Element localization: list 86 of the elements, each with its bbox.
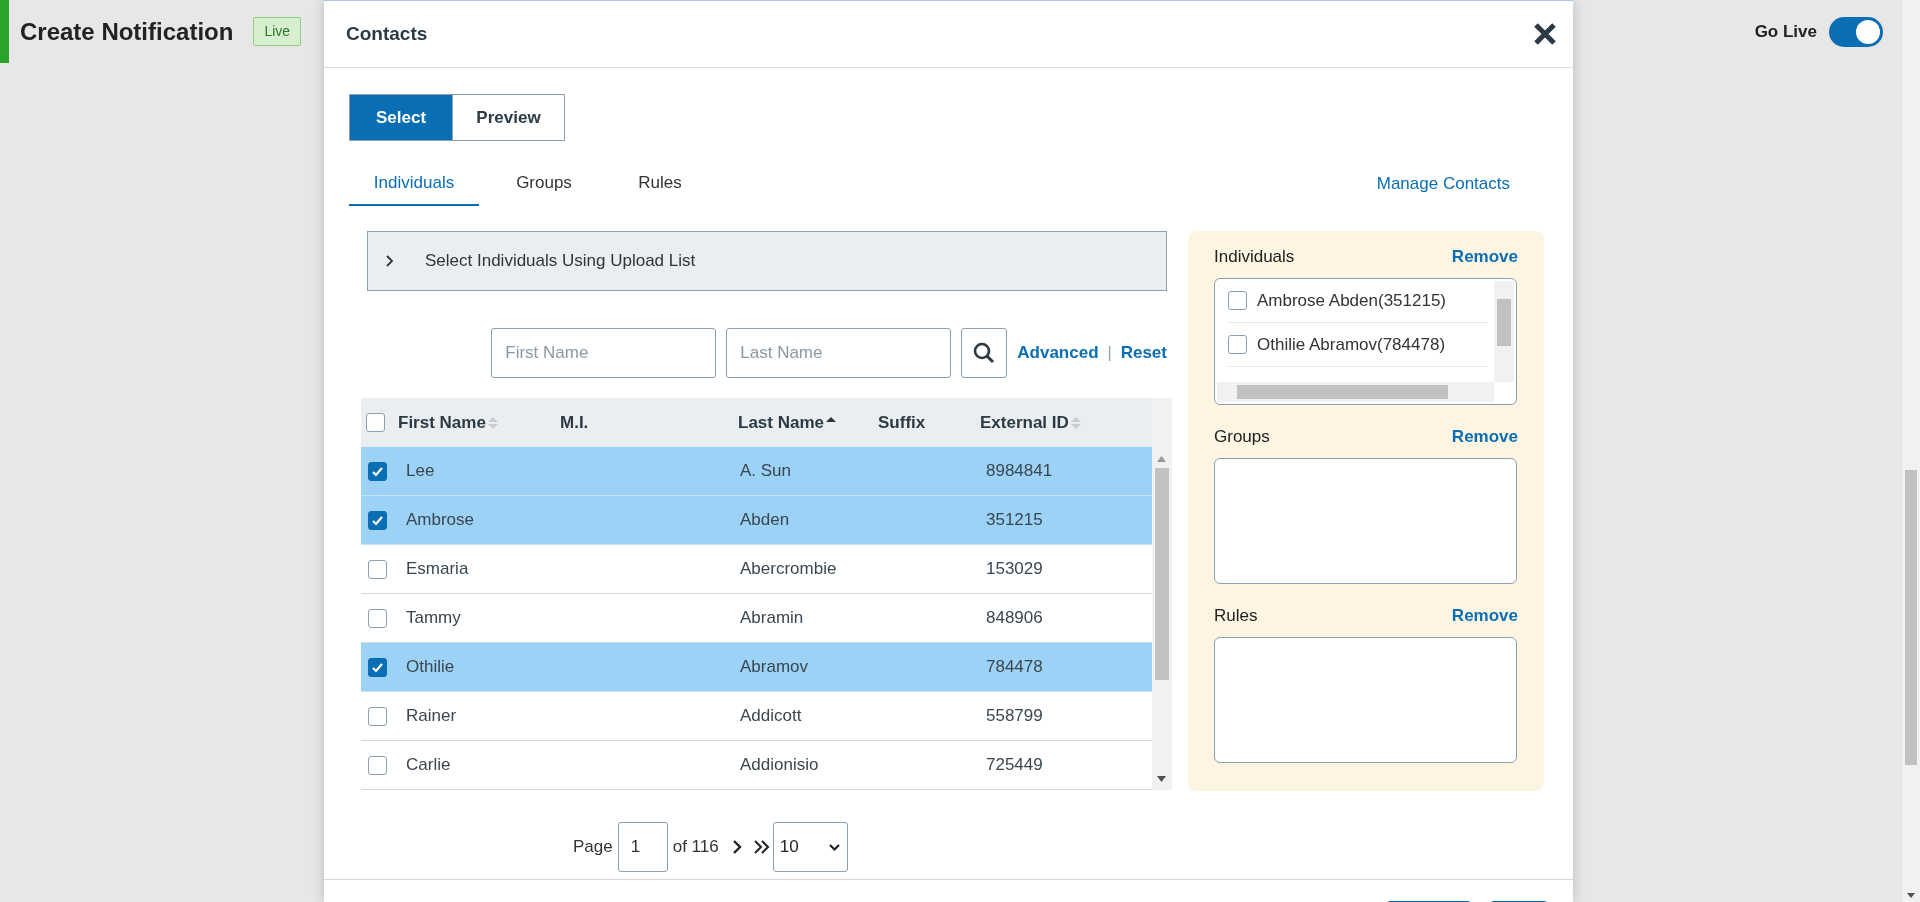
section-title: Groups [1214, 426, 1270, 449]
table-row[interactable]: Ambrose Abden 351215 [361, 496, 1152, 545]
checkbox[interactable] [1228, 335, 1247, 354]
table-cell-text: Abramov [740, 656, 810, 679]
checkbox[interactable] [1228, 291, 1247, 310]
manage-contacts-link[interactable]: Manage Contacts [1376, 161, 1510, 206]
remove-link[interactable]: Remove [1451, 424, 1518, 450]
table-scrollbar[interactable] [1152, 398, 1172, 790]
table-cell-text: 784478 [985, 656, 1044, 679]
next-page-icon[interactable] [730, 839, 743, 855]
table-cell-text: A. Sun [740, 460, 793, 483]
checkbox[interactable] [368, 706, 387, 726]
page-label: Page [573, 836, 613, 859]
table-cell-text: Lee [405, 460, 436, 483]
checkbox[interactable] [366, 413, 385, 432]
page-total: of 116 [672, 836, 719, 859]
go-live-toggle[interactable] [1829, 16, 1883, 47]
scrollbar-thumb[interactable] [1497, 299, 1511, 346]
table-row[interactable]: Othilie Abramov 784478 [361, 643, 1152, 692]
remove-link[interactable]: Remove [1451, 603, 1518, 629]
remove-link[interactable]: Remove [1451, 244, 1518, 270]
table-cell-text: 725449 [985, 754, 1044, 777]
section-title: Rules [1214, 605, 1258, 628]
checkbox[interactable] [368, 510, 387, 530]
table-cell-text: Abden [740, 509, 791, 532]
table-cell-text: 351215 [985, 509, 1044, 532]
table-cell-text: Ambrose [405, 509, 476, 532]
table-cell-text: 153029 [985, 558, 1044, 581]
search-field[interactable]: First Name [491, 328, 717, 378]
checkbox[interactable] [368, 608, 387, 628]
search-button[interactable] [961, 328, 1008, 378]
selected-item: Othilie Abramov(784478) [1257, 333, 1446, 356]
selected-item: Ambrose Abden(351215) [1257, 289, 1447, 312]
table-cell-text: Rainer [405, 705, 458, 728]
column-header[interactable]: Suffix [878, 409, 926, 436]
table-cell-text: Othilie [405, 656, 456, 679]
chevron-down-icon [827, 842, 841, 852]
table-cell-text: Tammy [405, 607, 462, 630]
scroll-down-icon[interactable] [1907, 893, 1915, 898]
checkbox[interactable] [368, 657, 387, 677]
nav-tab[interactable]: Individuals [349, 161, 479, 206]
table-cell-text: Addicott [740, 705, 803, 728]
checkbox[interactable] [368, 559, 387, 579]
reset-link[interactable]: Reset [1120, 340, 1167, 366]
vertical-scrollbar[interactable] [1494, 281, 1514, 382]
page-input[interactable]: 1 [617, 822, 668, 872]
scroll-down-icon[interactable] [1157, 776, 1166, 782]
scrollbar-thumb[interactable] [1155, 468, 1169, 680]
column-header[interactable]: Last Name [738, 409, 824, 436]
advanced-link[interactable]: Advanced [1017, 340, 1099, 366]
search-field[interactable]: Last Name [726, 328, 952, 378]
chevron-icon [385, 254, 395, 268]
table-row[interactable]: Lee A. Sun 8984841 [361, 447, 1152, 496]
table-cell-text: 8984841 [985, 460, 1054, 483]
upload-list-accordion[interactable]: Select Individuals Using Upload List [367, 231, 1167, 291]
table-cell-text: Abramin [740, 607, 805, 630]
go-live-label: Go Live [1754, 20, 1817, 43]
status-badge: Live [253, 17, 302, 46]
page-title: Create Notification [20, 16, 234, 47]
mode-tab[interactable]: Select [350, 95, 452, 140]
page-scrollbar[interactable] [1902, 0, 1920, 902]
nav-tab[interactable]: Groups [479, 161, 609, 206]
table-cell-text: Addionisio [740, 754, 820, 777]
nav-tab[interactable]: Rules [609, 161, 711, 206]
table-cell-text: Carlie [405, 754, 452, 777]
table-cell-text: 848906 [985, 607, 1044, 630]
table-cell-text: Abercrombie [740, 558, 838, 581]
close-icon[interactable] [1533, 22, 1557, 46]
accordion-label: Select Individuals Using Upload List [425, 250, 696, 273]
checkbox[interactable] [368, 461, 387, 481]
separator: | [1107, 343, 1112, 363]
scrollbar-thumb[interactable] [1905, 470, 1917, 765]
table-cell-text: 558799 [985, 705, 1044, 728]
dialog-title: Contacts [346, 21, 428, 46]
page-size-select[interactable]: 10 [772, 822, 848, 872]
column-header[interactable]: External ID [980, 409, 1069, 436]
table-cell-text: Esmaria [405, 558, 470, 581]
column-header[interactable]: M.I. [560, 409, 589, 436]
checkbox[interactable] [368, 755, 387, 775]
scrollbar-thumb[interactable] [1237, 385, 1448, 399]
scroll-up-icon[interactable] [1157, 456, 1166, 462]
column-header[interactable]: First Name [398, 409, 486, 436]
search-icon [973, 342, 996, 364]
last-page-icon[interactable] [752, 839, 771, 855]
horizontal-scrollbar[interactable] [1217, 382, 1494, 402]
section-title: Individuals [1214, 246, 1295, 269]
